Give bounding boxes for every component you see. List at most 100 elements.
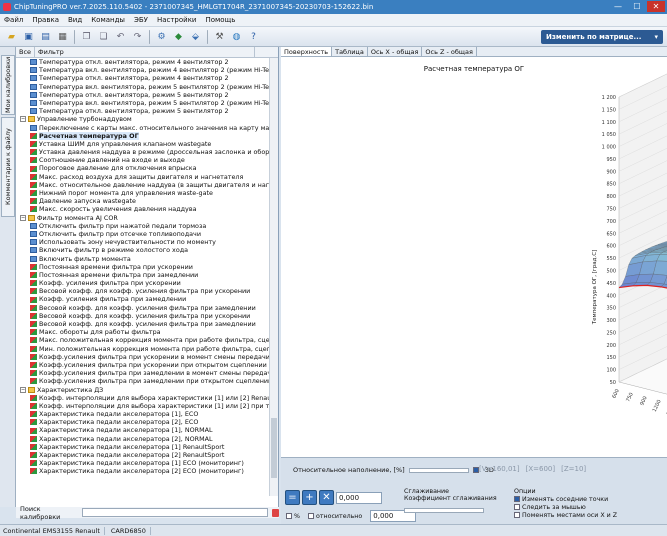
menu-ecu[interactable]: ЭБУ [134, 16, 148, 24]
menu-settings[interactable]: Настройки [157, 16, 197, 24]
smoothing-slider[interactable] [404, 508, 484, 513]
tree-item[interactable]: Характеристика педали акселератора [2], … [16, 435, 270, 443]
tree-item[interactable]: Расчетная температура ОГ [16, 131, 270, 140]
tree-item[interactable]: Весовой коэфф. для коэфф. усиления фильт… [16, 304, 270, 312]
tab-axis-x[interactable]: Ось X - общая [368, 47, 423, 56]
value-input[interactable]: 0,000 [336, 491, 382, 504]
tree-header-filter[interactable]: Фильтр [35, 47, 256, 57]
tree-item[interactable]: Характеристика педали акселератора [1], … [16, 410, 270, 418]
tree-item[interactable]: Весовой коэфф. для коэфф. усиления фильт… [16, 312, 270, 320]
tree-item[interactable]: Характеристика педали акселератора [2] R… [16, 451, 270, 459]
collapse-icon[interactable]: − [20, 214, 26, 221]
tree-item[interactable]: Мин. положительная коррекция момента при… [16, 345, 270, 353]
compare-icon[interactable]: ⬙ [188, 29, 203, 44]
tree-item[interactable]: Температура откл. вентилятора, режим 4 в… [16, 58, 270, 66]
surface-chart[interactable]: Расчетная температура ОГ 50 100 150 200 250 3… [281, 57, 667, 457]
paste-icon[interactable]: ❏ [96, 29, 111, 44]
navigate-icon[interactable]: ◆ [171, 29, 186, 44]
tree-item[interactable]: Температура вкл. вентилятора, режим 4 ве… [16, 66, 270, 74]
save-as-icon[interactable]: ▤ [38, 29, 53, 44]
relative-checkbox[interactable] [307, 512, 314, 519]
tree-item[interactable]: Температура вкл. вентилятора, режим 5 ве… [16, 83, 270, 91]
tree-item[interactable]: Коэфф.усиления фильтра при замедлении в … [16, 369, 270, 377]
tree-item[interactable]: Коэфф. интерполяции для выбора характери… [16, 402, 270, 410]
tree-folder[interactable]: − Характеристика ДЗ [16, 386, 270, 394]
tree-item[interactable]: Коэфф.усиления фильтра при ускорении при… [16, 361, 270, 369]
menu-view[interactable]: Вид [68, 16, 82, 24]
tree-folder[interactable]: − Управление турбонаддувом [16, 115, 270, 123]
tree-item[interactable]: Нижний порог момента для управления wast… [16, 189, 270, 197]
tree-item[interactable]: Включить фильтр в режиме холостого хода [16, 246, 270, 254]
tree-item[interactable]: Коэфф. усиления фильтра при замедлении [16, 295, 270, 303]
tab-table[interactable]: Таблица [332, 47, 368, 56]
clear-search-icon[interactable] [271, 508, 279, 517]
tree-item[interactable]: Макс. скорость увеличения давления надду… [16, 205, 270, 213]
equals-button[interactable]: = [285, 490, 300, 505]
tree-item[interactable]: Температура откл. вентилятора, режим 4 в… [16, 74, 270, 82]
tree-item[interactable]: Переключение с карты макс. относительног… [16, 124, 270, 132]
open-folder-icon[interactable]: ▰ [4, 29, 19, 44]
globe-icon[interactable]: ◍ [229, 29, 244, 44]
tree-item[interactable]: Использовать зону нечувствительности по … [16, 238, 270, 246]
tree-item[interactable]: Коэфф. интерполяции для выбора характери… [16, 394, 270, 402]
tree-item[interactable]: Температура откл. вентилятора, режим 5 в… [16, 107, 270, 115]
opt-neighbors-checkbox[interactable] [514, 496, 520, 502]
tree-item[interactable]: Уставка ШИМ для управления клапаном wast… [16, 140, 270, 148]
scrollbar-thumb[interactable] [271, 418, 277, 478]
close-button[interactable]: ✕ [647, 1, 665, 12]
tree-item[interactable]: Отключить фильтр при отсечке топливопода… [16, 230, 270, 238]
tree-item[interactable]: Характеристика педали акселератора [1] R… [16, 443, 270, 451]
tree-item[interactable]: Макс. обороты для работы фильтра [16, 328, 270, 336]
chk-3d[interactable] [472, 467, 479, 473]
tree-item[interactable]: Включить фильтр момента [16, 255, 270, 263]
collapse-icon[interactable]: − [20, 116, 26, 123]
redo-icon[interactable]: ↷ [130, 29, 145, 44]
tree-folder[interactable]: − Фильтр момента AJ COR [16, 214, 270, 222]
tree-item[interactable]: Постоянная времени фильтра при замедлени… [16, 271, 270, 279]
tree-item[interactable]: Макс. положительная коррекция момента пр… [16, 336, 270, 344]
tree-item[interactable]: Уставка давления наддува в режиме (дросс… [16, 148, 270, 156]
pct-checkbox[interactable] [286, 512, 292, 519]
tree-item[interactable]: Соотношение давлений на входе и выходе [16, 156, 270, 164]
multiply-button[interactable]: ✕ [319, 490, 334, 505]
tab-my-calibrations[interactable]: Мои калибровки [1, 55, 15, 115]
tab-axis-z[interactable]: Ось Z - общая [422, 47, 477, 56]
add-button[interactable]: + [302, 490, 317, 505]
save-icon[interactable]: ▣ [21, 29, 36, 44]
maximize-button[interactable]: ☐ [628, 1, 646, 12]
surface-plot[interactable]: 50 100 150 200 250 300 350 400 450 500 550 600 650 70… [281, 57, 667, 457]
tree-item[interactable]: Коэфф. усиления фильтра при ускорении [16, 279, 270, 287]
tree-item[interactable]: Весовой коэфф. для коэфф. усиления фильт… [16, 320, 270, 328]
minimize-button[interactable]: — [609, 1, 627, 12]
tools-icon[interactable]: ⚙ [154, 29, 169, 44]
tree-item[interactable]: Макс. относительное давление наддува (в … [16, 181, 270, 189]
print-icon[interactable]: ▦ [55, 29, 70, 44]
tree-scrollbar[interactable] [269, 58, 278, 496]
opt-follow-mouse-checkbox[interactable] [514, 504, 520, 510]
search-input[interactable] [82, 508, 268, 517]
tab-surface[interactable]: Поверхность [281, 47, 333, 56]
menu-file[interactable]: Файл [4, 16, 23, 24]
fill-slider[interactable] [408, 467, 469, 473]
tree-item[interactable]: Характеристика педали акселератора [1], … [16, 426, 270, 434]
menu-edit[interactable]: Правка [32, 16, 59, 24]
tree-item[interactable]: Давление запуска wastegate [16, 197, 270, 205]
undo-icon[interactable]: ↶ [113, 29, 128, 44]
tree-item[interactable]: Макс. расход воздуха для защиты двигател… [16, 173, 270, 181]
tree-item[interactable]: Коэфф.усиления фильтра при замедлении пр… [16, 377, 270, 385]
help-icon[interactable]: ? [246, 29, 261, 44]
menu-help[interactable]: Помощь [205, 16, 235, 24]
copy-icon[interactable]: ❐ [79, 29, 94, 44]
tree-item[interactable]: Характеристика педали акселератора [1] E… [16, 459, 270, 467]
opt-swap-axes-checkbox[interactable] [514, 512, 520, 518]
tree-item[interactable]: Отключить фильтр при нажатой педали торм… [16, 222, 270, 230]
tree-item[interactable]: Характеристика педали акселератора [2], … [16, 418, 270, 426]
tree-header-all[interactable]: Все [16, 47, 36, 57]
tree-item[interactable]: Температура откл. вентилятора, режим 5 в… [16, 91, 270, 99]
change-by-matrix-button[interactable]: Изменить по матрице... ▾ [541, 30, 663, 44]
tab-file-comments[interactable]: Комментарии к файлу [1, 117, 15, 217]
flash-icon[interactable]: ⚒ [212, 29, 227, 44]
tree-item[interactable]: Характеристика педали акселератора [2] E… [16, 467, 270, 475]
tree-item[interactable]: Весовой коэфф. для коэфф. усиления фильт… [16, 287, 270, 295]
tree-item[interactable]: Коэфф.усиления фильтра при ускорении в м… [16, 353, 270, 361]
